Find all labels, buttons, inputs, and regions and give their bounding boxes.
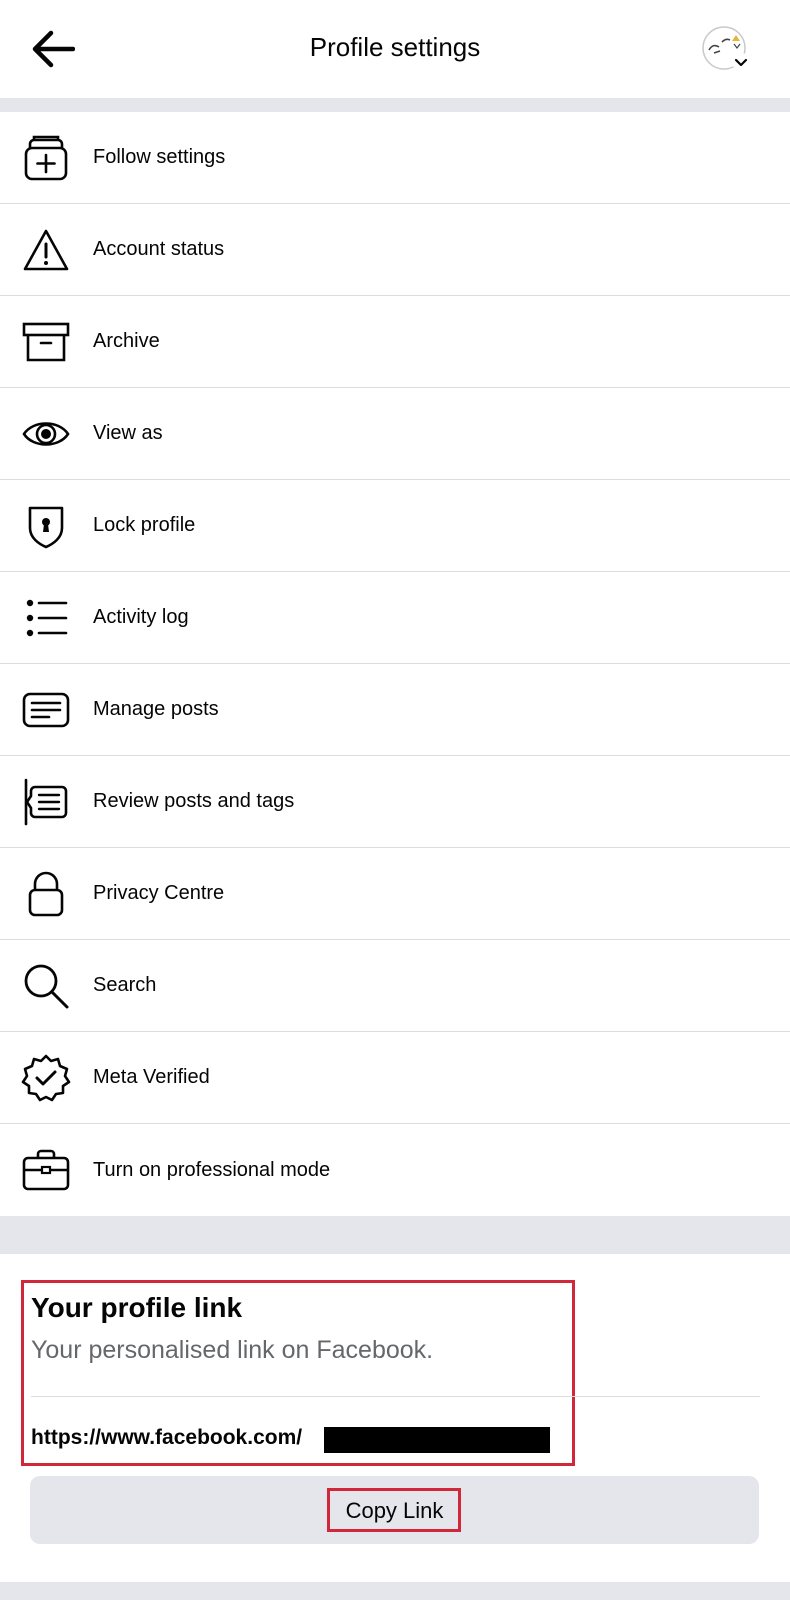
- verified-badge-icon: [20, 1052, 72, 1104]
- menu-item-search[interactable]: Search: [0, 940, 790, 1032]
- page-title: Profile settings: [309, 32, 481, 62]
- profile-switcher-button[interactable]: [700, 24, 756, 76]
- menu-item-follow-settings[interactable]: Follow settings: [0, 112, 790, 204]
- top-bar: Profile settings: [0, 0, 790, 98]
- posts-icon: [20, 684, 72, 736]
- menu-item-label: Search: [93, 974, 157, 996]
- menu-item-view-as[interactable]: View as: [0, 388, 790, 480]
- search-icon: [20, 960, 72, 1012]
- eye-icon: [20, 408, 72, 460]
- profile-link-subtitle: Your personalised link on Facebook.: [31, 1336, 434, 1364]
- menu-item-privacy-centre[interactable]: Privacy Centre: [0, 848, 790, 940]
- archive-box-icon: [20, 316, 72, 368]
- shield-lock-icon: [20, 500, 72, 552]
- section-divider: [0, 1240, 790, 1254]
- menu-item-label: Lock profile: [93, 514, 196, 536]
- menu-item-label: Archive: [93, 330, 160, 352]
- copy-link-button[interactable]: Copy Link: [30, 1476, 759, 1544]
- profile-link-heading: Your profile link: [31, 1292, 243, 1323]
- settings-menu: Follow settings Account status Archive V…: [0, 112, 790, 1216]
- menu-item-label: Follow settings: [93, 146, 226, 168]
- menu-item-label: Activity log: [93, 606, 189, 628]
- menu-item-review-posts-and-tags[interactable]: Review posts and tags: [0, 756, 790, 848]
- menu-item-label: Privacy Centre: [93, 882, 225, 904]
- menu-item-manage-posts[interactable]: Manage posts: [0, 664, 790, 756]
- menu-item-account-status[interactable]: Account status: [0, 204, 790, 296]
- menu-item-label: Manage posts: [93, 698, 219, 720]
- menu-item-label: Review posts and tags: [93, 790, 295, 812]
- menu-item-professional-mode[interactable]: Turn on professional mode: [0, 1124, 790, 1216]
- padlock-icon: [20, 868, 72, 920]
- section-divider: [0, 98, 790, 112]
- avatar-icon: [702, 26, 750, 71]
- menu-item-archive[interactable]: Archive: [0, 296, 790, 388]
- redaction-bar: [324, 1427, 550, 1453]
- list-icon: [20, 592, 72, 644]
- warning-triangle-icon: [20, 224, 72, 276]
- follow-settings-icon: [20, 132, 72, 184]
- menu-item-lock-profile[interactable]: Lock profile: [0, 480, 790, 572]
- briefcase-icon: [20, 1144, 72, 1196]
- menu-item-label: Meta Verified: [93, 1066, 210, 1088]
- profile-link-url: https://www.facebook.com/: [31, 1426, 303, 1449]
- menu-item-activity-log[interactable]: Activity log: [0, 572, 790, 664]
- menu-item-label: Account status: [93, 238, 225, 260]
- menu-item-meta-verified[interactable]: Meta Verified: [0, 1032, 790, 1124]
- copy-link-label: Copy Link: [345, 1498, 444, 1523]
- menu-item-label: View as: [93, 422, 163, 444]
- bottom-background: [0, 1582, 790, 1600]
- menu-item-label: Turn on professional mode: [93, 1158, 331, 1181]
- divider: [31, 1396, 760, 1397]
- profile-link-section: Your profile link Your personalised link…: [0, 1254, 790, 1582]
- review-posts-icon: [20, 776, 72, 828]
